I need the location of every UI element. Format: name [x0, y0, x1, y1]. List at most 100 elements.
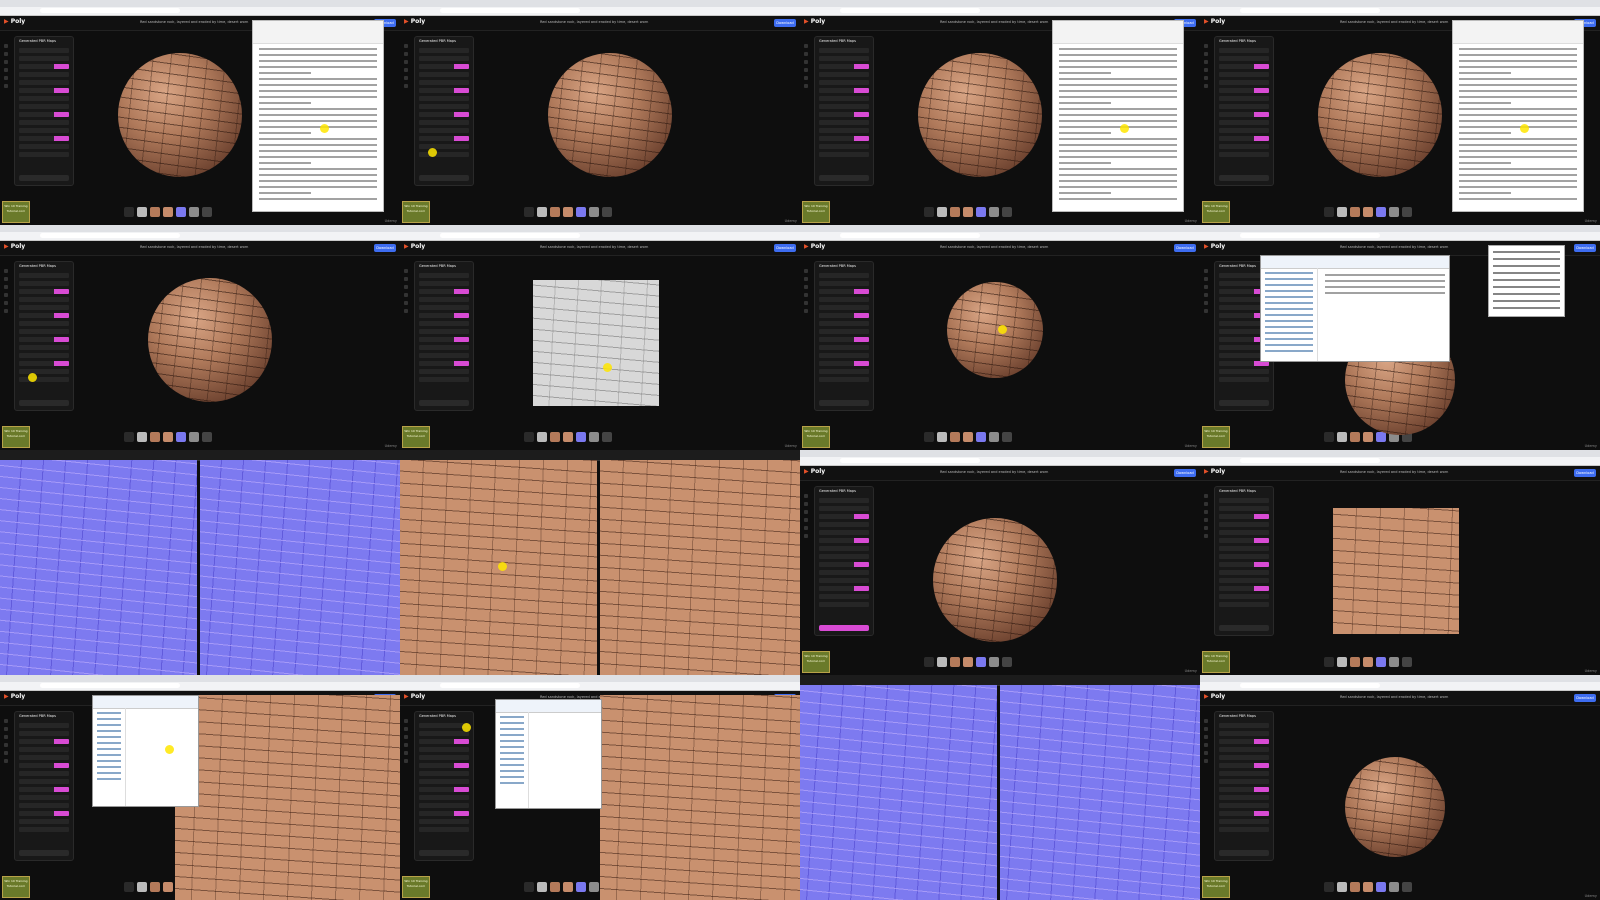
material-swatch[interactable]: [1389, 882, 1399, 892]
material-swatch[interactable]: [524, 432, 534, 442]
panel-control-row[interactable]: [19, 144, 69, 149]
nav-item[interactable]: [1265, 308, 1314, 310]
panel-control-row[interactable]: [19, 128, 69, 133]
tool-icon[interactable]: [404, 293, 408, 297]
browser-address-bar[interactable]: [800, 7, 1200, 16]
tool-icon[interactable]: [1204, 526, 1208, 530]
material-swatch[interactable]: [163, 432, 173, 442]
panel-control-row[interactable]: [819, 538, 869, 543]
download-item[interactable]: [1493, 272, 1560, 274]
browser-tab-bar[interactable]: [400, 675, 800, 682]
browser-address-bar[interactable]: [1200, 232, 1600, 241]
panel-control-row[interactable]: [19, 819, 69, 824]
generate-button[interactable]: [419, 850, 469, 856]
panel-control-row[interactable]: [819, 329, 869, 334]
browser-tab-bar[interactable]: [0, 225, 400, 232]
tool-icon[interactable]: [1204, 727, 1208, 731]
browser-tab-bar[interactable]: [400, 0, 800, 7]
tool-icon[interactable]: [1204, 309, 1208, 313]
material-swatch[interactable]: [1324, 882, 1334, 892]
material-swatch[interactable]: [524, 882, 534, 892]
generate-button[interactable]: [419, 175, 469, 181]
panel-control-row[interactable]: [819, 578, 869, 583]
material-swatch[interactable]: [589, 432, 599, 442]
panel-control-row[interactable]: [19, 353, 69, 358]
url-field[interactable]: [440, 683, 580, 688]
panel-control-row[interactable]: [819, 554, 869, 559]
panel-control-row[interactable]: [819, 80, 869, 85]
panel-control-row[interactable]: [19, 273, 69, 278]
panel-control-row[interactable]: [819, 72, 869, 77]
material-swatch[interactable]: [950, 432, 960, 442]
material-swatch[interactable]: [924, 432, 934, 442]
panel-control-row[interactable]: [819, 305, 869, 310]
panel-control-row[interactable]: [1219, 136, 1269, 141]
panel-control-row[interactable]: [419, 763, 469, 768]
panel-control-row[interactable]: [419, 345, 469, 350]
url-field[interactable]: [40, 8, 180, 13]
material-swatch[interactable]: [163, 882, 173, 892]
browser-tab-bar[interactable]: [400, 225, 800, 232]
download-item[interactable]: [1493, 286, 1560, 288]
nav-item[interactable]: [97, 766, 121, 768]
material-preview-sphere[interactable]: [947, 282, 1043, 378]
generate-button[interactable]: [819, 175, 869, 181]
panel-control-row[interactable]: [819, 321, 869, 326]
generate-button[interactable]: [19, 175, 69, 181]
material-swatch[interactable]: [537, 207, 547, 217]
panel-control-row[interactable]: [419, 136, 469, 141]
panel-control-row[interactable]: [1219, 96, 1269, 101]
generate-button[interactable]: [19, 400, 69, 406]
material-swatch[interactable]: [1350, 432, 1360, 442]
tool-icon[interactable]: [4, 84, 8, 88]
panel-control-row[interactable]: [19, 827, 69, 832]
material-swatch[interactable]: [589, 207, 599, 217]
document-window[interactable]: [1052, 20, 1184, 212]
material-swatch[interactable]: [176, 432, 186, 442]
download-item[interactable]: [1493, 279, 1560, 281]
tool-icon[interactable]: [4, 759, 8, 763]
material-swatch[interactable]: [1337, 882, 1347, 892]
url-field[interactable]: [840, 8, 980, 13]
panel-control-row[interactable]: [419, 80, 469, 85]
tool-icon[interactable]: [4, 52, 8, 56]
panel-control-row[interactable]: [1219, 80, 1269, 85]
nav-item[interactable]: [1265, 350, 1314, 352]
panel-control-row[interactable]: [1219, 819, 1269, 824]
panel-control-row[interactable]: [1219, 602, 1269, 607]
panel-control-row[interactable]: [819, 602, 869, 607]
browser-address-bar[interactable]: [800, 457, 1200, 466]
material-swatch[interactable]: [1363, 882, 1373, 892]
material-swatch[interactable]: [1363, 657, 1373, 667]
generate-button[interactable]: [1219, 850, 1269, 856]
nav-item[interactable]: [500, 764, 524, 766]
tool-icon[interactable]: [1204, 44, 1208, 48]
panel-control-row[interactable]: [19, 345, 69, 350]
material-swatch[interactable]: [1389, 657, 1399, 667]
material-swatch[interactable]: [550, 882, 560, 892]
panel-control-row[interactable]: [819, 88, 869, 93]
panel-control-row[interactable]: [419, 88, 469, 93]
nav-item[interactable]: [97, 754, 121, 756]
panel-control-row[interactable]: [1219, 594, 1269, 599]
material-swatch[interactable]: [563, 882, 573, 892]
material-swatch[interactable]: [1402, 882, 1412, 892]
panel-control-row[interactable]: [1219, 72, 1269, 77]
material-swatch[interactable]: [576, 207, 586, 217]
panel-control-row[interactable]: [19, 289, 69, 294]
panel-control-row[interactable]: [1219, 578, 1269, 583]
panel-control-row[interactable]: [819, 64, 869, 69]
panel-control-row[interactable]: [419, 321, 469, 326]
app-logo[interactable]: ▶ Poly: [4, 18, 25, 25]
panel-control-row[interactable]: [419, 739, 469, 744]
material-swatch[interactable]: [202, 207, 212, 217]
panel-control-row[interactable]: [19, 88, 69, 93]
panel-control-row[interactable]: [819, 337, 869, 342]
panel-control-row[interactable]: [419, 353, 469, 358]
panel-control-row[interactable]: [819, 506, 869, 511]
material-swatch[interactable]: [189, 207, 199, 217]
panel-control-row[interactable]: [819, 297, 869, 302]
panel-control-row[interactable]: [419, 289, 469, 294]
download-item[interactable]: [1493, 251, 1560, 253]
tool-icon[interactable]: [1204, 719, 1208, 723]
